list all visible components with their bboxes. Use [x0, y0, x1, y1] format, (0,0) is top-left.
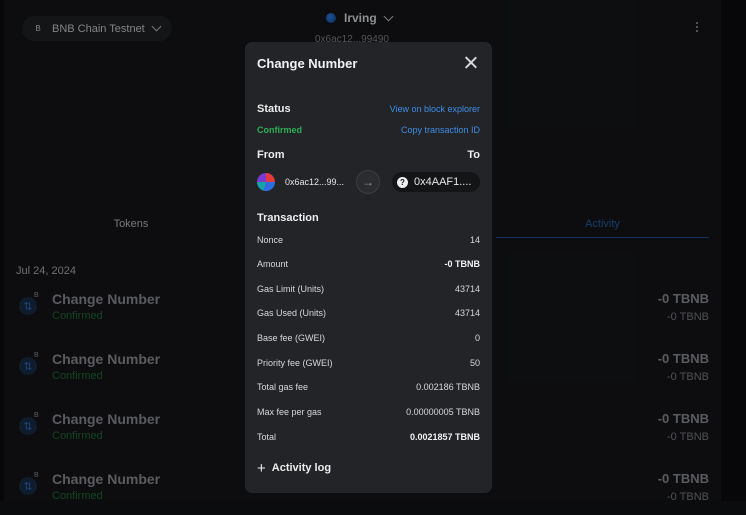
detail-value: 43714 [454, 308, 480, 318]
detail-label: Amount [257, 259, 289, 269]
detail-value: -0 TBNB [444, 259, 481, 269]
modal-title: Change Number [257, 56, 358, 71]
view-on-explorer-link[interactable]: View on block explorer [390, 104, 480, 114]
unknown-contact-icon: ? [397, 176, 408, 188]
detail-label: Base fee (GWEI) [257, 333, 326, 343]
status-label: Status [257, 103, 291, 115]
detail-label: Total gas fee [257, 382, 309, 392]
detail-label: Total [257, 432, 277, 442]
from-avatar [257, 173, 275, 191]
to-address-pill[interactable]: ? 0x4AAF1.... [392, 172, 480, 192]
detail-label: Priority fee (GWEI) [257, 358, 333, 368]
detail-value: 14 [469, 235, 480, 245]
detail-label: Max fee per gas [257, 407, 322, 417]
status-badge: Confirmed [257, 125, 302, 135]
detail-row: Gas Limit (Units) 43714 [257, 284, 480, 298]
app-root: B BNB Chain Testnet Irving 0x6ac12...994… [0, 0, 746, 503]
detail-value: 0 [474, 333, 480, 343]
activity-log-label: Activity log [271, 462, 332, 474]
detail-value: 43714 [454, 284, 480, 294]
transaction-details-modal: Change Number Status View on block explo… [245, 42, 492, 493]
detail-label: Gas Used (Units) [257, 308, 327, 318]
detail-row: Nonce 14 [257, 235, 480, 249]
to-address: 0x4AAF1.... [414, 176, 472, 188]
detail-row: Gas Used (Units) 43714 [257, 308, 480, 322]
detail-value: 0.00000005 TBNB [406, 407, 480, 417]
detail-label: Nonce [257, 235, 284, 245]
detail-row: Base fee (GWEI) 0 [257, 333, 480, 347]
detail-value: 0.0021857 TBNB [409, 432, 480, 442]
from-address[interactable]: 0x6ac12...99... [285, 177, 344, 187]
arrow-right-icon: → [356, 170, 380, 194]
detail-row: Total 0.0021857 TBNB [257, 432, 480, 446]
copy-transaction-id-link[interactable]: Copy transaction ID [401, 125, 480, 135]
detail-row: Amount -0 TBNB [257, 259, 480, 273]
to-label: To [467, 149, 480, 161]
plus-icon: + [257, 459, 266, 477]
detail-row: Total gas fee 0.002186 TBNB [257, 382, 480, 396]
detail-value: 50 [469, 358, 480, 368]
transaction-section-title: Transaction [257, 212, 319, 224]
close-icon[interactable] [462, 54, 480, 72]
detail-row: Priority fee (GWEI) 50 [257, 358, 480, 372]
detail-label: Gas Limit (Units) [257, 284, 325, 294]
from-label: From [257, 149, 285, 161]
detail-value: 0.002186 TBNB [416, 382, 480, 392]
detail-row: Max fee per gas 0.00000005 TBNB [257, 407, 480, 421]
activity-log-toggle[interactable]: + Activity log [257, 459, 332, 477]
